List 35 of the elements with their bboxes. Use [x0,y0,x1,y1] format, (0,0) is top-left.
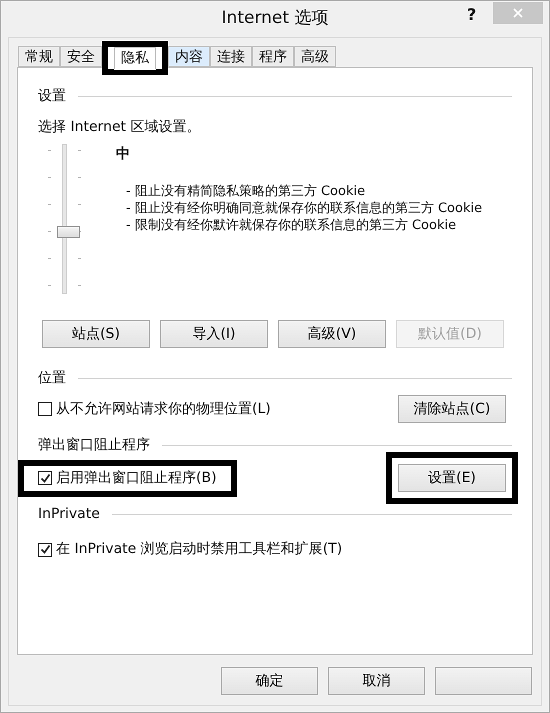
privacy-level: 中 [116,145,131,164]
tab[interactable]: 隐私 [114,47,156,70]
checkbox[interactable] [38,402,52,416]
tab[interactable]: 程序 [252,46,294,67]
checkbox[interactable] [38,471,52,485]
dialog-button[interactable]: 高级(V) [278,320,386,348]
policy-text: - 阻止没有精简隐私策略的第三方 Cookie [126,183,366,200]
policy-text: - 限制没有经你默许就保存你的联系信息的第三方 Cookie [126,217,458,234]
dialog-button[interactable]: 设置(E) [398,464,506,492]
slider-thumb[interactable] [57,226,80,238]
checkbox-label: 从不允许网站请求你的物理位置(L) [56,400,271,418]
dialog-button[interactable]: 导入(I) [160,320,268,348]
checkbox-label: 在 InPrivate 浏览启动时禁用工具栏和扩展(T) [56,540,342,559]
tab[interactable]: 常规 [18,46,60,67]
dialog-button[interactable]: 站点(S) [42,320,150,348]
tab[interactable]: 高级 [294,46,336,67]
dialog-button[interactable]: 确定 [221,667,318,695]
tab[interactable]: 连接 [210,46,252,67]
checkmark-icon [40,472,50,484]
group-heading: 位置 [38,369,66,388]
dialog-button[interactable]: 清除站点(C) [398,395,506,423]
dialog-button[interactable]: 取消 [328,667,425,695]
policy-text: - 阻止没有经你明确同意就保存你的联系信息的第三方 Cookie [126,200,482,217]
checkbox[interactable] [38,542,52,556]
checkmark-icon [40,544,50,555]
instruction-text: 选择 Internet 区域设置。 [38,118,202,137]
help-button[interactable]: ? [467,3,476,27]
tab[interactable]: 安全 [60,46,102,67]
close-icon [513,8,523,18]
checkbox-label: 启用弹出窗口阻止程序(B) [56,468,217,488]
group-heading: InPrivate [38,505,100,524]
group-heading: 设置 [38,87,66,106]
group-heading: 弹出窗口阻止程序 [38,436,150,455]
tab[interactable]: 内容 [168,46,210,67]
window-title: Internet 选项 [222,7,328,30]
